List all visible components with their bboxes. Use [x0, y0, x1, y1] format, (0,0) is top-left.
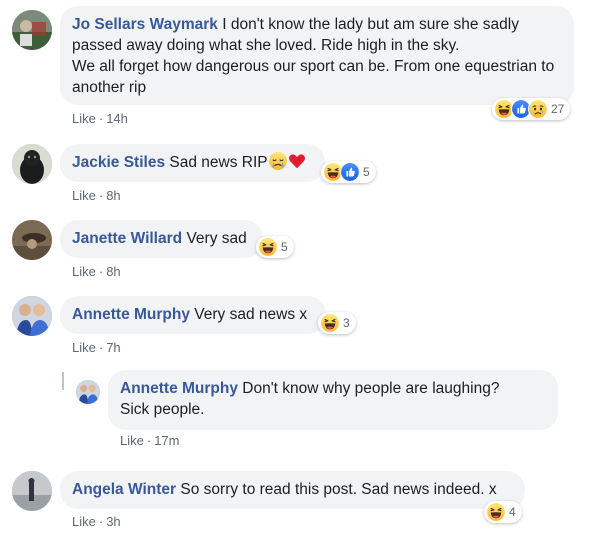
comment: Jo Sellars Waymark I don't know the lady…	[0, 0, 590, 130]
comment-time[interactable]: 3h	[106, 514, 120, 529]
separator: ·	[98, 514, 104, 529]
comment-text: So sorry to read this post. Sad news ind…	[180, 481, 497, 498]
comment-text: Sad news RIP	[169, 154, 268, 171]
crying-face-icon	[269, 152, 287, 170]
comment-bubble: Annette Murphy Don't know why people are…	[108, 370, 558, 430]
comment-meta: Like · 14h	[72, 111, 128, 126]
red-heart-icon	[288, 152, 306, 170]
avatar[interactable]	[76, 380, 100, 404]
haha-icon	[320, 313, 340, 333]
reaction-count: 3	[343, 316, 350, 330]
sad-icon	[528, 99, 548, 119]
comment-author[interactable]: Jo Sellars Waymark	[72, 16, 218, 33]
like-link[interactable]: Like	[72, 340, 96, 355]
comment-meta: Like · 7h	[72, 340, 121, 355]
separator: ·	[98, 111, 104, 126]
comment-bubble: Angela Winter So sorry to read this post…	[60, 471, 525, 509]
separator: ·	[146, 433, 152, 448]
comment-author[interactable]: Jackie Stiles	[72, 154, 165, 171]
like-link[interactable]: Like	[72, 264, 96, 279]
avatar[interactable]	[12, 144, 52, 184]
reaction-count: 5	[363, 165, 370, 179]
comment-author[interactable]: Annette Murphy	[120, 380, 238, 397]
comment-text: Very sad	[186, 230, 247, 247]
reaction-count: 5	[281, 240, 288, 254]
avatar[interactable]	[12, 10, 52, 50]
reaction-summary[interactable]: 3	[318, 312, 356, 334]
separator: ·	[98, 188, 104, 203]
reaction-summary[interactable]: 27	[492, 98, 571, 120]
comment-time[interactable]: 8h	[106, 188, 120, 203]
like-link[interactable]: Like	[72, 514, 96, 529]
reaction-count: 27	[551, 102, 565, 116]
reaction-summary[interactable]: 5	[321, 161, 376, 183]
comment-time[interactable]: 14h	[106, 111, 128, 126]
separator: ·	[98, 340, 104, 355]
separator: ·	[98, 264, 104, 279]
like-link[interactable]: Like	[72, 111, 96, 126]
comment-time[interactable]: 7h	[106, 340, 120, 355]
avatar[interactable]	[12, 220, 52, 260]
comment-bubble: Annette Murphy Very sad news x	[60, 296, 326, 334]
avatar[interactable]	[12, 296, 52, 336]
comment-author[interactable]: Annette Murphy	[72, 306, 190, 323]
comment-author[interactable]: Janette Willard	[72, 230, 182, 247]
reaction-summary[interactable]: 5	[256, 236, 294, 258]
comment-text: Very sad news x	[194, 306, 308, 323]
comment-time[interactable]: 17m	[154, 433, 179, 448]
comment-bubble: Jackie Stiles Sad news RIP	[60, 144, 325, 182]
comment-time[interactable]: 8h	[106, 264, 120, 279]
comment-meta: Like · 3h	[72, 514, 121, 529]
like-link[interactable]: Like	[72, 188, 96, 203]
comment-meta: Like · 8h	[72, 188, 121, 203]
reaction-summary[interactable]: 4	[484, 501, 522, 523]
reply-thread-line	[62, 372, 64, 390]
like-link[interactable]: Like	[120, 433, 144, 448]
comment-meta: Like · 8h	[72, 264, 121, 279]
reaction-count: 4	[509, 505, 516, 519]
like-icon	[340, 162, 360, 182]
haha-icon	[486, 502, 506, 522]
comment-bubble: Janette Willard Very sad	[60, 220, 263, 258]
comment-author[interactable]: Angela Winter	[72, 481, 176, 498]
comment-meta: Like · 17m	[120, 433, 180, 448]
comment-bubble: Jo Sellars Waymark I don't know the lady…	[60, 6, 574, 105]
haha-icon	[258, 237, 278, 257]
avatar[interactable]	[12, 471, 52, 511]
